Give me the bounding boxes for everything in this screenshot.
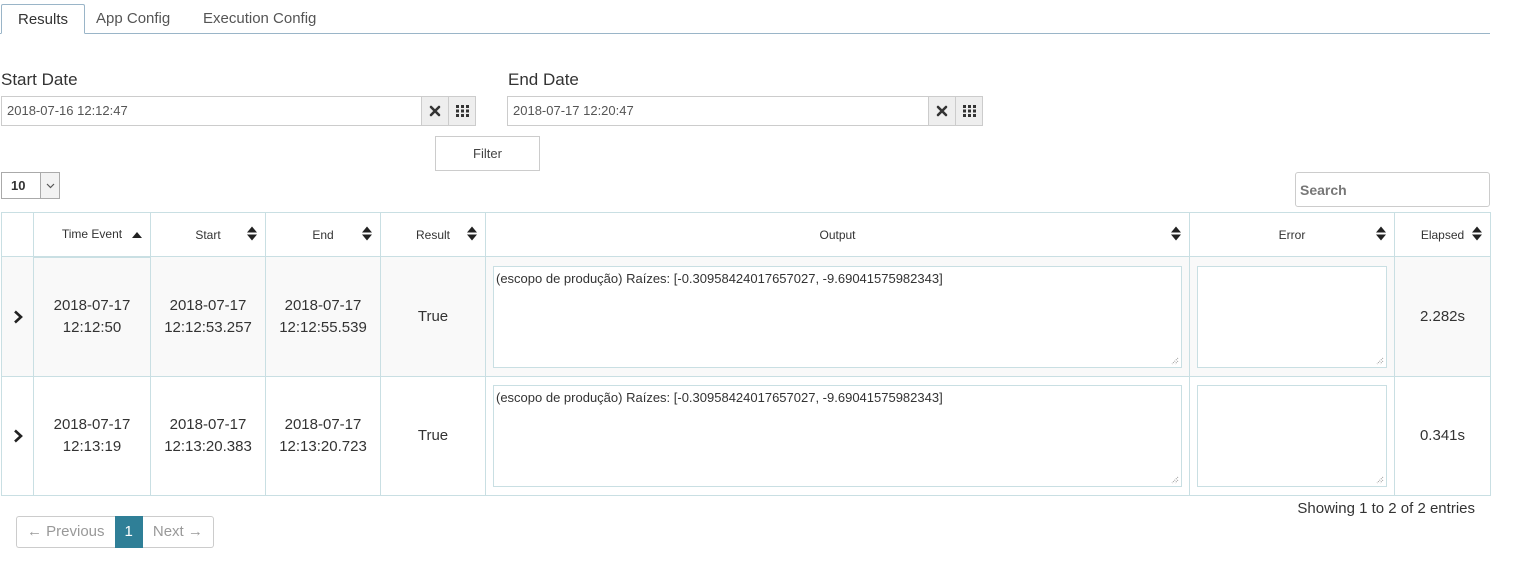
start-cell: 2018-07-17 12:13:20.383 [150,376,266,496]
column-header-elapsed[interactable]: Elapsed [1394,212,1491,257]
output-cell: (escopo de produção) Raízes: [-0.3095842… [485,256,1190,377]
column-header-label: Start [195,227,221,242]
error-cell [1189,376,1395,496]
time-text: 12:12:50 [62,318,122,336]
resize-grip-icon[interactable] [1376,357,1384,365]
expand-cell[interactable] [1,256,34,377]
start-date-label: Start Date [1,70,78,89]
result-cell: True [380,376,486,496]
output-textarea[interactable]: (escopo de produção) Raízes: [-0.3095842… [493,385,1182,487]
date-text: 2018-07-17 [284,296,362,314]
output-cell: (escopo de produção) Raízes: [-0.3095842… [485,376,1190,496]
sort-both-icon [467,226,477,243]
resize-grip-icon[interactable] [1376,476,1384,484]
clear-icon [936,105,948,117]
end-cell: 2018-07-17 12:12:55.539 [265,256,381,377]
output-text: (escopo de produção) Raízes: [-0.3095842… [496,270,943,286]
elapsed-cell: 0.341s [1394,376,1491,496]
resize-grip-icon[interactable] [1171,476,1179,484]
column-header-label: Result [415,227,450,242]
sort-both-icon [1376,226,1386,243]
column-header-label: Time Event [61,227,123,242]
tab-execution-config[interactable]: Execution Config [187,4,332,32]
clear-start-date-button[interactable] [421,96,449,126]
start-date-group: 2018-07-16 12:12:47 [1,96,477,126]
filter-button[interactable]: Filter [435,136,540,171]
expand-column-header [1,212,34,257]
end-date-picker-button[interactable] [955,96,983,126]
column-header-label: Elapsed [1420,227,1465,242]
time-text: 12:13:19 [62,438,122,455]
chevron-right-icon[interactable] [3,310,32,324]
date-text: 2018-07-17 [169,416,247,433]
date-text: 2018-07-17 [53,416,131,433]
tab-results[interactable]: Results [1,4,86,34]
time-text: 12:12:55.539 [279,318,367,336]
time-event-cell: 2018-07-17 12:13:19 [33,376,151,496]
time-text: 12:12:53.257 [164,318,252,336]
sort-both-icon [1171,226,1181,243]
elapsed-cell: 2.282s [1394,256,1491,377]
start-date-picker-button[interactable] [448,96,476,126]
error-cell [1189,256,1395,377]
time-text: 12:13:20.723 [279,438,367,455]
chevron-right-icon[interactable] [3,429,32,443]
page-length-select[interactable]: 10 [1,172,60,199]
table-info-text: Showing 1 to 2 of 2 entries [1297,500,1475,517]
end-date-label: End Date [508,70,579,89]
column-header-output[interactable]: Output [485,212,1190,257]
output-text: (escopo de produção) Raízes: [-0.3095842… [496,390,943,405]
end-cell: 2018-07-17 12:13:20.723 [265,376,381,496]
next-page-button[interactable]: Next → [142,516,214,548]
end-date-input[interactable]: 2018-07-17 12:20:47 [507,96,929,126]
column-header-label: End [312,227,334,242]
date-text: 2018-07-17 [53,296,131,314]
results-table: Time Event Start End Result Output Error [1,212,1491,496]
output-textarea[interactable]: (escopo de produção) Raízes: [-0.3095842… [493,265,1182,368]
error-textarea[interactable] [1197,265,1387,368]
column-header-end[interactable]: End [265,212,381,257]
sort-both-icon [362,226,372,243]
sort-both-icon [247,226,257,243]
column-header-result[interactable]: Result [380,212,486,257]
table-row: 2018-07-17 12:12:50 2018-07-17 12:12:53.… [1,256,1491,377]
expand-cell[interactable] [1,376,34,496]
page-length-value: 10 [11,178,26,193]
chevron-down-icon [40,173,59,198]
error-textarea[interactable] [1197,385,1387,487]
page-1-button[interactable]: 1 [114,516,143,548]
calendar-grid-icon [455,105,469,117]
tab-bar: Results App Config Execution Config [0,0,1490,34]
clear-end-date-button[interactable] [928,96,956,126]
resize-grip-icon[interactable] [1171,357,1179,365]
column-header-label: Error [1278,227,1306,242]
calendar-grid-icon [962,105,976,117]
search-input[interactable] [1295,172,1490,207]
time-event-cell: 2018-07-17 12:12:50 [33,256,151,377]
start-cell: 2018-07-17 12:12:53.257 [150,256,266,377]
clear-icon [429,105,441,117]
column-header-error[interactable]: Error [1189,212,1395,257]
sort-asc-icon [132,227,142,241]
pagination: ← Previous 1 Next → [16,516,214,548]
column-header-start[interactable]: Start [150,212,266,257]
sort-both-icon [1472,226,1482,243]
table-header-row: Time Event Start End Result Output Error [1,212,1491,258]
date-text: 2018-07-17 [284,416,362,433]
previous-page-button[interactable]: ← Previous [16,516,115,548]
time-text: 12:13:20.383 [164,438,252,455]
table-row: 2018-07-17 12:13:19 2018-07-17 12:13:20.… [1,376,1491,496]
end-date-group: 2018-07-17 12:20:47 [507,96,984,126]
tab-app-config[interactable]: App Config [80,4,186,32]
column-header-time-event[interactable]: Time Event [33,212,151,258]
date-text: 2018-07-17 [169,296,247,314]
result-cell: True [380,256,486,377]
start-date-input[interactable]: 2018-07-16 12:12:47 [1,96,422,126]
column-header-label: Output [819,227,856,242]
